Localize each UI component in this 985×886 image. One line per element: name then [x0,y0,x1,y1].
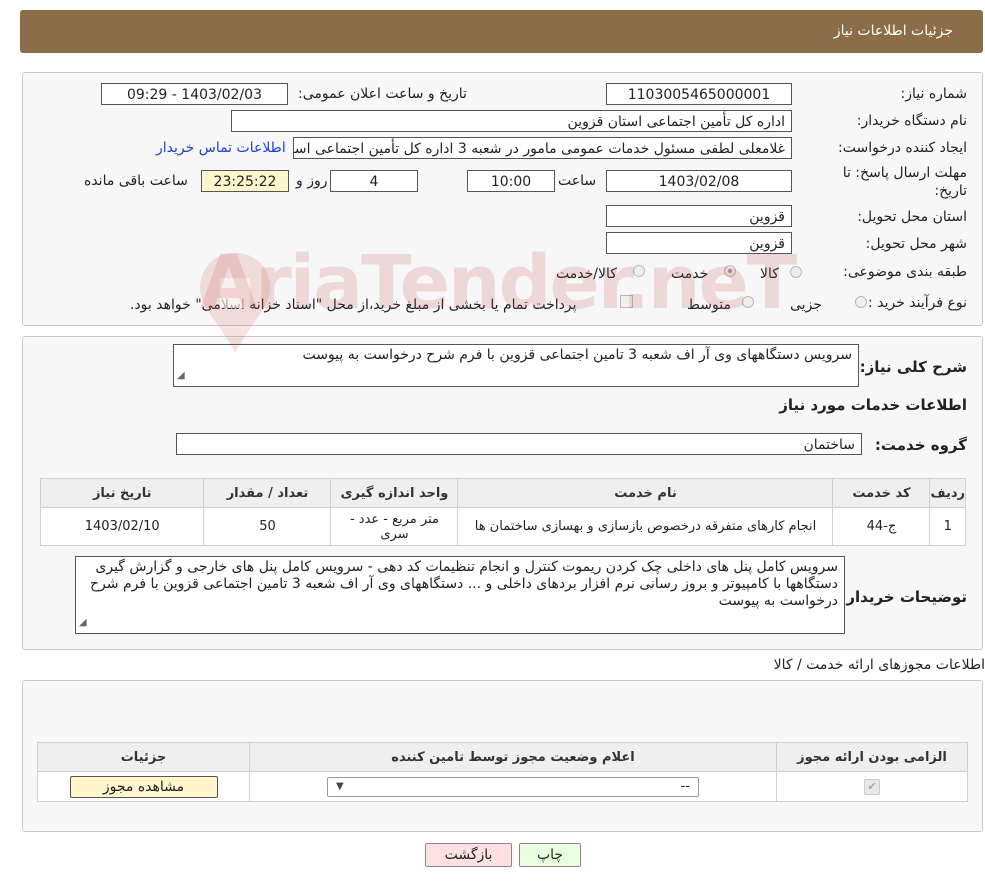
category-option-both: کالا/خدمت [556,266,617,282]
col-unit: واحد اندازه گیری [330,478,459,508]
permits-title: اطلاعات مجوزهای ارائه خدمت / کالا [773,657,985,673]
resize-grip-icon[interactable]: ◢ [79,614,87,631]
buyer-org-label: نام دستگاه خریدار: [856,113,967,129]
buyer-notes-label: توضیحات خریدار: [840,588,967,606]
payment-checkbox[interactable] [620,295,633,308]
page-header: جزئیات اطلاعات نیاز [20,10,983,53]
permit-status-select[interactable]: -- ▼ [327,776,699,797]
cell-permit-status: -- ▼ [249,771,777,802]
payment-note: پرداخت تمام یا بخشی از مبلغ خرید،از محل … [130,297,577,313]
col-code: کد خدمت [832,478,931,508]
permits-table: الزامی بودن ارائه مجوز اعلام وضعیت مجوز … [37,742,968,802]
announce-field: 1403/02/03 - 09:29 [101,83,288,105]
cell-name: انجام کارهای متفرقه درخصوص بازسازی و بهس… [457,507,834,546]
permits-table-header: الزامی بودن ارائه مجوز اعلام وضعیت مجوز … [37,742,968,772]
page-title: جزئیات اطلاعات نیاز [833,23,953,39]
col-permit-details: جزئیات [37,742,250,772]
checkbox-checked-icon: ✔ [864,778,880,795]
city-field: قزوین [606,232,792,254]
need-number-field: 1103005465000001 [606,83,792,105]
deadline-time-label: ساعت [558,173,597,189]
table-row: ✔ -- ▼ مشاهده مجوز [37,771,968,802]
cell-unit: متر مربع - عدد - سری [330,507,459,546]
category-radio-goods[interactable] [790,266,802,278]
deadline-date-field: 1403/02/08 [606,170,792,192]
cell-qty: 50 [203,507,332,546]
resize-grip-icon[interactable]: ◢ [177,367,185,384]
category-radio-service[interactable] [724,265,736,277]
permit-status-value: -- [680,779,690,794]
service-group-field: ساختمان [176,433,862,455]
need-number-label: شماره نیاز: [900,86,968,102]
buyer-notes-text: سرویس کامل پنل های داخلی چک کردن ریموت ک… [90,559,838,609]
category-radio-both[interactable] [633,265,645,277]
announce-label: تاریخ و ساعت اعلان عمومی: [298,86,467,102]
cell-row: 1 [929,507,966,546]
chevron-down-icon: ▼ [336,781,344,792]
days-field: 4 [330,170,418,192]
table-row: 1 ج-44 انجام کارهای متفرقه درخصوص بازساز… [39,507,966,546]
city-label: شهر محل تحویل: [865,236,967,252]
summary-label: شرح کلی نیاز: [859,358,967,376]
print-button[interactable]: چاپ [519,843,581,867]
cell-date: 1403/02/10 [39,507,205,546]
services-title: اطلاعات خدمات مورد نیاز [779,396,967,414]
summary-textarea[interactable]: سرویس دستگاههای وی آر اف شعبه 3 تامین اج… [173,344,859,387]
creator-field: غلامعلی لطفی مسئول خدمات عمومی مامور در … [293,137,792,159]
cell-permit-required: ✔ [776,771,968,802]
process-option-medium: متوسط [687,297,731,313]
col-permit-required: الزامی بودن ارائه مجوز [776,742,968,772]
category-option-goods: کالا [760,266,779,282]
cell-permit-details: مشاهده مجوز [37,771,250,802]
province-label: استان محل تحویل: [857,209,967,225]
back-button[interactable]: بازگشت [425,843,512,867]
col-qty: تعداد / مقدار [203,478,332,508]
col-name: نام خدمت [457,478,834,508]
process-option-minor: جزیی [790,297,822,313]
process-radio-minor[interactable] [855,296,867,308]
buyer-contact-link[interactable]: اطلاعات تماس خریدار [156,140,286,156]
days-label: روز و [296,173,328,189]
buyer-notes-textarea[interactable]: سرویس کامل پنل های داخلی چک کردن ریموت ک… [75,556,845,634]
services-table-header: ردیف کد خدمت نام خدمت واحد اندازه گیری ت… [39,478,966,508]
process-radio-medium[interactable] [742,296,754,308]
deadline-time-field: 10:00 [467,170,555,192]
col-row: ردیف [929,478,966,508]
creator-label: ایجاد کننده درخواست: [838,140,967,156]
category-option-service: خدمت [671,266,709,282]
view-permit-button[interactable]: مشاهده مجوز [69,775,218,798]
buyer-org-field: اداره کل تأمین اجتماعی استان قزوین [231,110,792,132]
services-table: ردیف کد خدمت نام خدمت واحد اندازه گیری ت… [39,478,966,546]
col-date: تاریخ نیاز [39,478,205,508]
cell-code: ج-44 [832,507,931,546]
col-permit-status: اعلام وضعیت مجوز توسط تامین کننده [249,742,777,772]
remaining-label: ساعت باقی مانده [84,173,188,189]
service-group-label: گروه خدمت: [874,436,967,454]
process-type-label: نوع فرآیند خرید : [868,295,967,311]
summary-text: سرویس دستگاههای وی آر اف شعبه 3 تامین اج… [302,347,852,363]
deadline-label-2: تاریخ: [934,183,967,199]
deadline-label: مهلت ارسال پاسخ: تا [842,165,967,181]
province-field: قزوین [606,205,792,227]
remaining-time-field: 23:25:22 [201,170,289,192]
category-label: طبقه بندی موضوعی: [843,264,967,280]
